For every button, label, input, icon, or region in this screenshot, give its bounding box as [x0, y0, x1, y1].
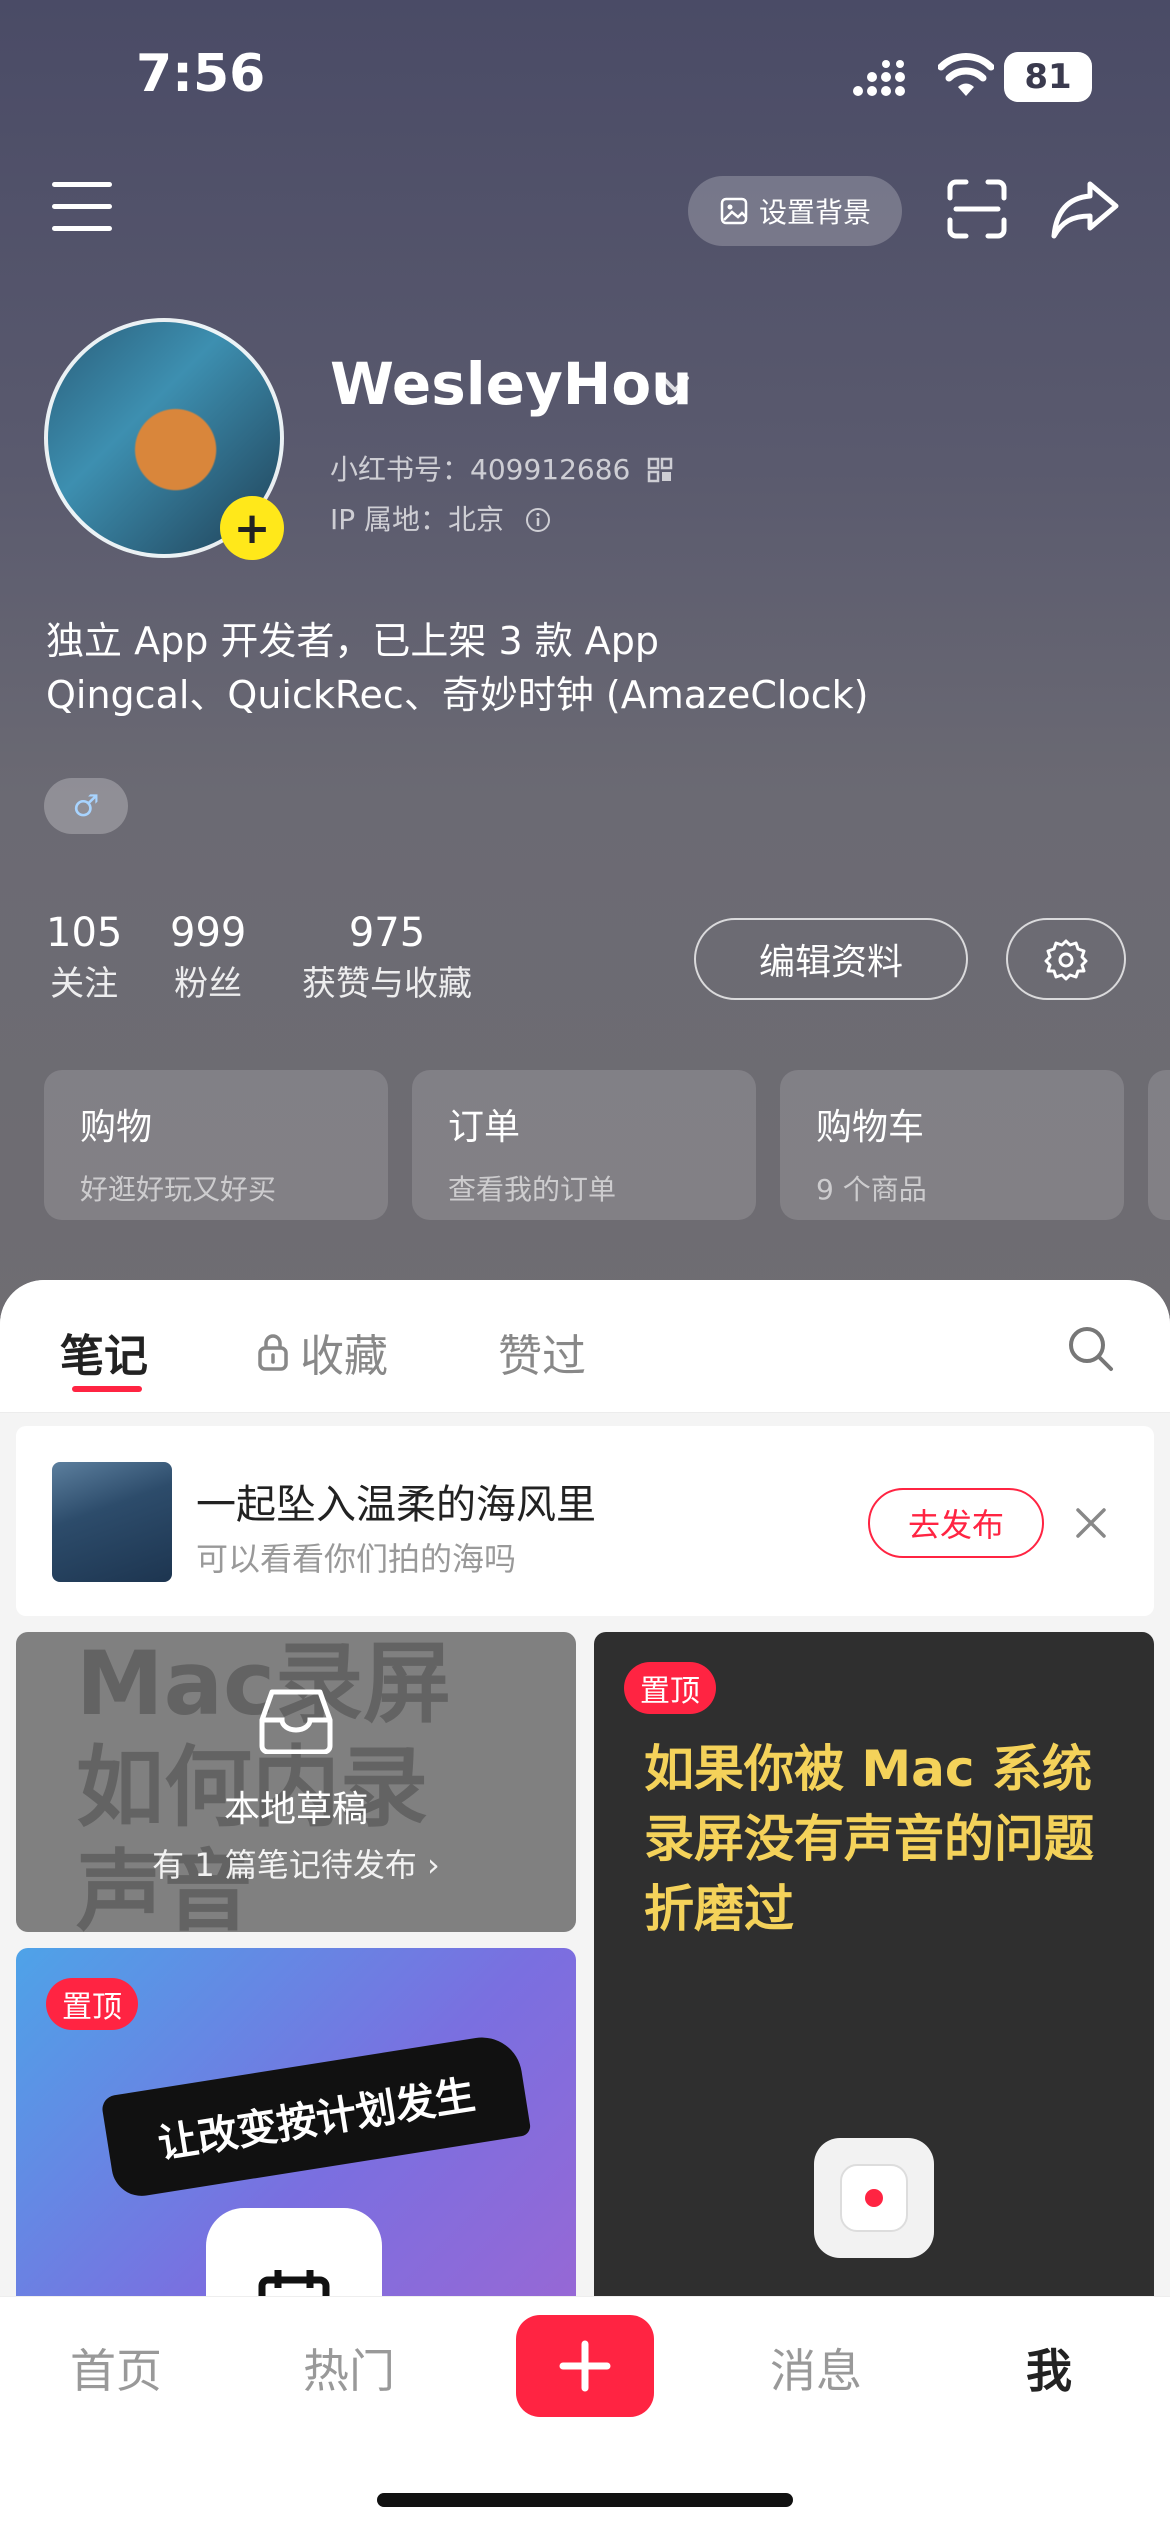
image-icon — [720, 197, 748, 225]
create-post-button[interactable] — [516, 2315, 654, 2417]
lock-icon — [258, 1334, 288, 1371]
stat-label: 关注 — [50, 964, 119, 1004]
tab-notes[interactable]: 笔记 — [60, 1320, 148, 1384]
content-tabs: 笔记 收藏 赞过 — [0, 1280, 1170, 1413]
stat-value: 999 — [170, 910, 247, 956]
tab-collections[interactable]: 收藏 — [256, 1320, 388, 1384]
card-shopping[interactable]: 购物 好逛好玩又好买 — [44, 1070, 388, 1220]
card-subtitle: 好逛好玩又好买 — [80, 1173, 277, 1206]
search-icon[interactable] — [1066, 1324, 1116, 1374]
cover-line: 折磨过 — [644, 1880, 794, 1938]
red-id-text: 小红书号：409912686 — [330, 453, 631, 486]
content-panel: 笔记 收藏 赞过 一起坠入温柔的海风里 可以看看你们拍的海吗 去发布 Mac录屏… — [0, 1280, 1170, 2320]
note-card[interactable]: 置顶 如果你被 Mac 系统 录屏没有声音的问题 折磨过 — [594, 1632, 1154, 2320]
info-icon[interactable] — [525, 507, 551, 533]
close-icon[interactable] — [1074, 1506, 1108, 1540]
plus-icon — [559, 2340, 611, 2392]
ip-location-text: IP 属地：北京 — [330, 503, 505, 536]
tabbar-me[interactable]: 我 — [1026, 2335, 1072, 2401]
card-subtitle: 9 个商品 — [816, 1173, 927, 1206]
stat-value: 105 — [46, 910, 123, 956]
bio-line-2: Qingcal、QuickRec、奇妙时钟 (AmazeClock) — [46, 673, 869, 717]
status-time: 7:56 — [136, 44, 266, 104]
tabbar-hot[interactable]: 热门 — [303, 2335, 395, 2401]
publish-button[interactable]: 去发布 — [868, 1488, 1044, 1558]
note-cover-text: 让改变按计划发生 — [100, 2031, 532, 2201]
cover-line: 录屏没有声音的问题 — [644, 1810, 1094, 1868]
menu-button[interactable] — [52, 182, 112, 232]
active-tab-indicator — [72, 1386, 142, 1392]
banner-thumbnail — [52, 1462, 172, 1582]
tab-liked[interactable]: 赞过 — [498, 1320, 586, 1384]
tab-collections-label: 收藏 — [300, 1331, 388, 1382]
gender-badge: ♂ — [44, 778, 128, 834]
set-background-button[interactable]: 设置背景 — [688, 176, 902, 246]
drafts-title: 本地草稿 — [223, 1789, 368, 1830]
inbox-tray-icon — [259, 1689, 333, 1754]
add-story-button[interactable]: + — [220, 496, 284, 560]
battery-indicator: 81 — [1004, 52, 1092, 102]
battery-cap — [1086, 68, 1092, 86]
pinned-badge: 置顶 — [624, 1662, 716, 1714]
wifi-icon — [938, 53, 994, 96]
note-cover-text: 如果你被 Mac 系统 录屏没有声音的问题 折磨过 — [644, 1734, 1094, 1944]
card-cart[interactable]: 购物车 9 个商品 — [780, 1070, 1124, 1220]
set-background-label: 设置背景 — [758, 196, 871, 229]
home-indicator — [377, 2493, 793, 2507]
stat-label: 粉丝 — [174, 964, 243, 1004]
card-title: 订单 — [448, 1107, 521, 1148]
stat-likes[interactable]: 975 获赞与收藏 — [302, 910, 472, 1005]
card-title: 购物车 — [816, 1107, 925, 1148]
bio-line-1: 独立 App 开发者，已上架 3 款 App — [46, 619, 660, 663]
drafts-subtitle: 有 1 篇笔记待发布 › — [152, 1846, 440, 1884]
cover-line: 如果你被 Mac 系统 — [644, 1740, 1092, 1798]
record-icon — [840, 2164, 908, 2232]
card-subtitle: 查看我的订单 — [448, 1173, 617, 1206]
scan-icon[interactable] — [946, 178, 1008, 240]
ip-location: IP 属地：北京 — [330, 498, 551, 538]
settings-button[interactable] — [1006, 918, 1126, 1000]
cellular-signal-icon — [853, 60, 905, 96]
tabbar-home[interactable]: 首页 — [70, 2335, 162, 2401]
pinned-badge: 置顶 — [46, 1978, 138, 2030]
stat-value: 975 — [348, 910, 426, 956]
app-icon-tile — [814, 2138, 934, 2258]
card-orders[interactable]: 订单 查看我的订单 — [412, 1070, 756, 1220]
stat-followers[interactable]: 999 粉丝 — [170, 910, 246, 1005]
username: WesleyHou — [330, 350, 693, 418]
stat-following[interactable]: 105 关注 — [46, 910, 122, 1005]
banner-subtitle: 可以看看你们拍的海吗 — [196, 1540, 517, 1578]
banner-title: 一起坠入温柔的海风里 — [196, 1482, 596, 1528]
stat-label: 获赞与收藏 — [302, 964, 472, 1004]
card-title: 购物 — [80, 1107, 153, 1148]
note-card[interactable]: 置顶 让改变按计划发生 — [16, 1948, 576, 2320]
share-icon[interactable] — [1050, 178, 1120, 240]
tabbar-messages[interactable]: 消息 — [770, 2335, 862, 2401]
bottom-tab-bar: 首页 热门 消息 我 — [0, 2296, 1170, 2533]
red-id: 小红书号：409912686 — [330, 448, 673, 488]
card-more-peek[interactable] — [1148, 1070, 1170, 1220]
topic-banner[interactable]: 一起坠入温柔的海风里 可以看看你们拍的海吗 去发布 — [16, 1426, 1154, 1616]
local-drafts-card[interactable]: Mac录屏 如何内录 声音 本地草稿 有 1 篇笔记待发布 › — [16, 1632, 576, 1932]
chevron-down-icon[interactable] — [658, 372, 692, 396]
edit-profile-button[interactable]: 编辑资料 — [694, 918, 968, 1000]
qr-code-icon[interactable] — [647, 457, 673, 483]
gear-icon — [1044, 939, 1088, 981]
